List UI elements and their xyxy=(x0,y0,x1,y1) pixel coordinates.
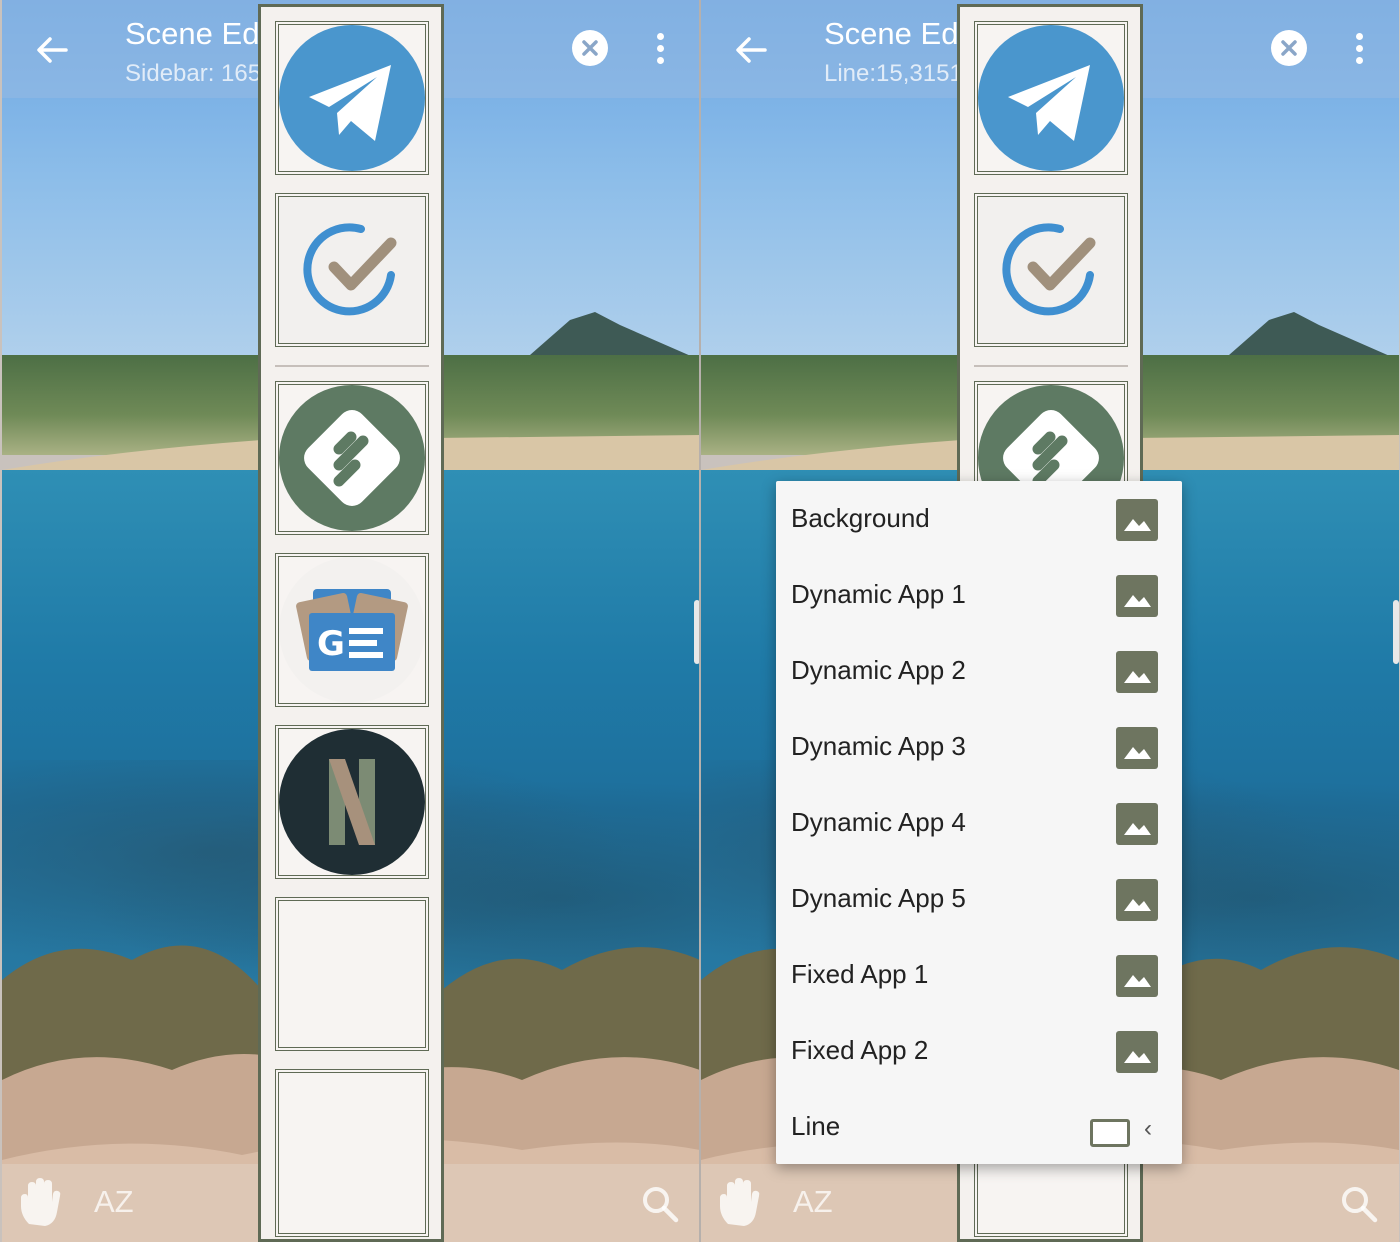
ticktick-icon xyxy=(279,197,425,343)
sidebar-app-slot[interactable] xyxy=(275,725,429,879)
back-arrow-icon[interactable] xyxy=(32,30,72,70)
chevron-left-icon[interactable]: ‹ xyxy=(1144,1115,1152,1143)
sidebar-app-slot[interactable] xyxy=(974,193,1128,347)
sidebar-divider-line xyxy=(275,365,429,367)
page-title: Scene Edi xyxy=(824,16,966,51)
rectangle-icon xyxy=(1090,1119,1130,1147)
layer-menu: Background Dynamic App 1 Dynamic App 2 D… xyxy=(776,481,1182,1164)
sidebar-app-slot[interactable]: G xyxy=(275,553,429,707)
close-button[interactable] xyxy=(572,30,608,66)
menu-item-fixed-app-2[interactable]: Fixed App 2 xyxy=(776,1013,1182,1089)
menu-item-label: Fixed App 2 xyxy=(791,1035,929,1065)
menu-item-label: Line xyxy=(791,1111,841,1141)
sort-az-label[interactable]: AZ xyxy=(793,1184,833,1220)
more-options-button[interactable] xyxy=(648,30,672,70)
edge-handle[interactable] xyxy=(1393,600,1399,664)
image-icon xyxy=(1116,955,1158,997)
sidebar-divider-line xyxy=(974,365,1128,367)
image-icon xyxy=(1116,651,1158,693)
right-screen: Scene Edi Line:15,315135x1 AZ Background… xyxy=(701,0,1399,1242)
menu-item-dynamic-app-5[interactable]: Dynamic App 5 xyxy=(776,861,1182,937)
feedly-icon xyxy=(279,385,425,531)
image-icon xyxy=(1116,879,1158,921)
left-screen: Scene Edi Sidebar: 165x1080 AZ G xyxy=(2,0,700,1242)
telegram-icon xyxy=(978,25,1124,171)
image-icon xyxy=(1116,803,1158,845)
more-options-button[interactable] xyxy=(1347,30,1371,70)
image-icon xyxy=(1116,499,1158,541)
menu-item-line[interactable]: Line ‹ xyxy=(776,1089,1182,1165)
close-icon xyxy=(1281,40,1297,56)
image-icon xyxy=(1116,1031,1158,1073)
hand-icon[interactable] xyxy=(716,1176,764,1228)
page-title: Scene Edi xyxy=(125,16,267,51)
menu-item-dynamic-app-2[interactable]: Dynamic App 2 xyxy=(776,633,1182,709)
menu-item-label: Dynamic App 1 xyxy=(791,579,966,609)
menu-item-label: Dynamic App 3 xyxy=(791,731,966,761)
sidebar-empty-slot[interactable] xyxy=(275,897,429,1051)
menu-item-label: Dynamic App 5 xyxy=(791,883,966,913)
sort-az-label[interactable]: AZ xyxy=(94,1184,134,1220)
image-icon xyxy=(1116,727,1158,769)
menu-item-dynamic-app-1[interactable]: Dynamic App 1 xyxy=(776,557,1182,633)
sidebar-empty-slot[interactable] xyxy=(275,1069,429,1237)
sidebar-app-slot[interactable] xyxy=(275,193,429,347)
sidebar-app-slot[interactable] xyxy=(275,21,429,175)
sidebar-app-slot[interactable] xyxy=(275,381,429,535)
hand-icon[interactable] xyxy=(17,1176,65,1228)
menu-item-label: Fixed App 1 xyxy=(791,959,929,989)
sidebar-app-slot[interactable] xyxy=(974,21,1128,175)
menu-item-dynamic-app-4[interactable]: Dynamic App 4 xyxy=(776,785,1182,861)
menu-item-dynamic-app-3[interactable]: Dynamic App 3 xyxy=(776,709,1182,785)
telegram-icon xyxy=(279,25,425,171)
back-arrow-icon[interactable] xyxy=(731,30,771,70)
menu-item-background[interactable]: Background xyxy=(776,481,1182,557)
svg-text:G: G xyxy=(317,624,345,664)
image-icon xyxy=(1116,575,1158,617)
menu-item-label: Dynamic App 4 xyxy=(791,807,966,837)
ticktick-icon xyxy=(978,197,1124,343)
close-icon xyxy=(582,40,598,56)
search-icon[interactable] xyxy=(640,1184,680,1224)
google-news-icon: G xyxy=(279,557,425,703)
menu-item-label: Background xyxy=(791,503,930,533)
close-button[interactable] xyxy=(1271,30,1307,66)
search-icon[interactable] xyxy=(1339,1184,1379,1224)
sidebar: G xyxy=(258,4,444,1242)
menu-item-fixed-app-1[interactable]: Fixed App 1 xyxy=(776,937,1182,1013)
menu-item-label: Dynamic App 2 xyxy=(791,655,966,685)
netflix-icon xyxy=(279,729,425,875)
